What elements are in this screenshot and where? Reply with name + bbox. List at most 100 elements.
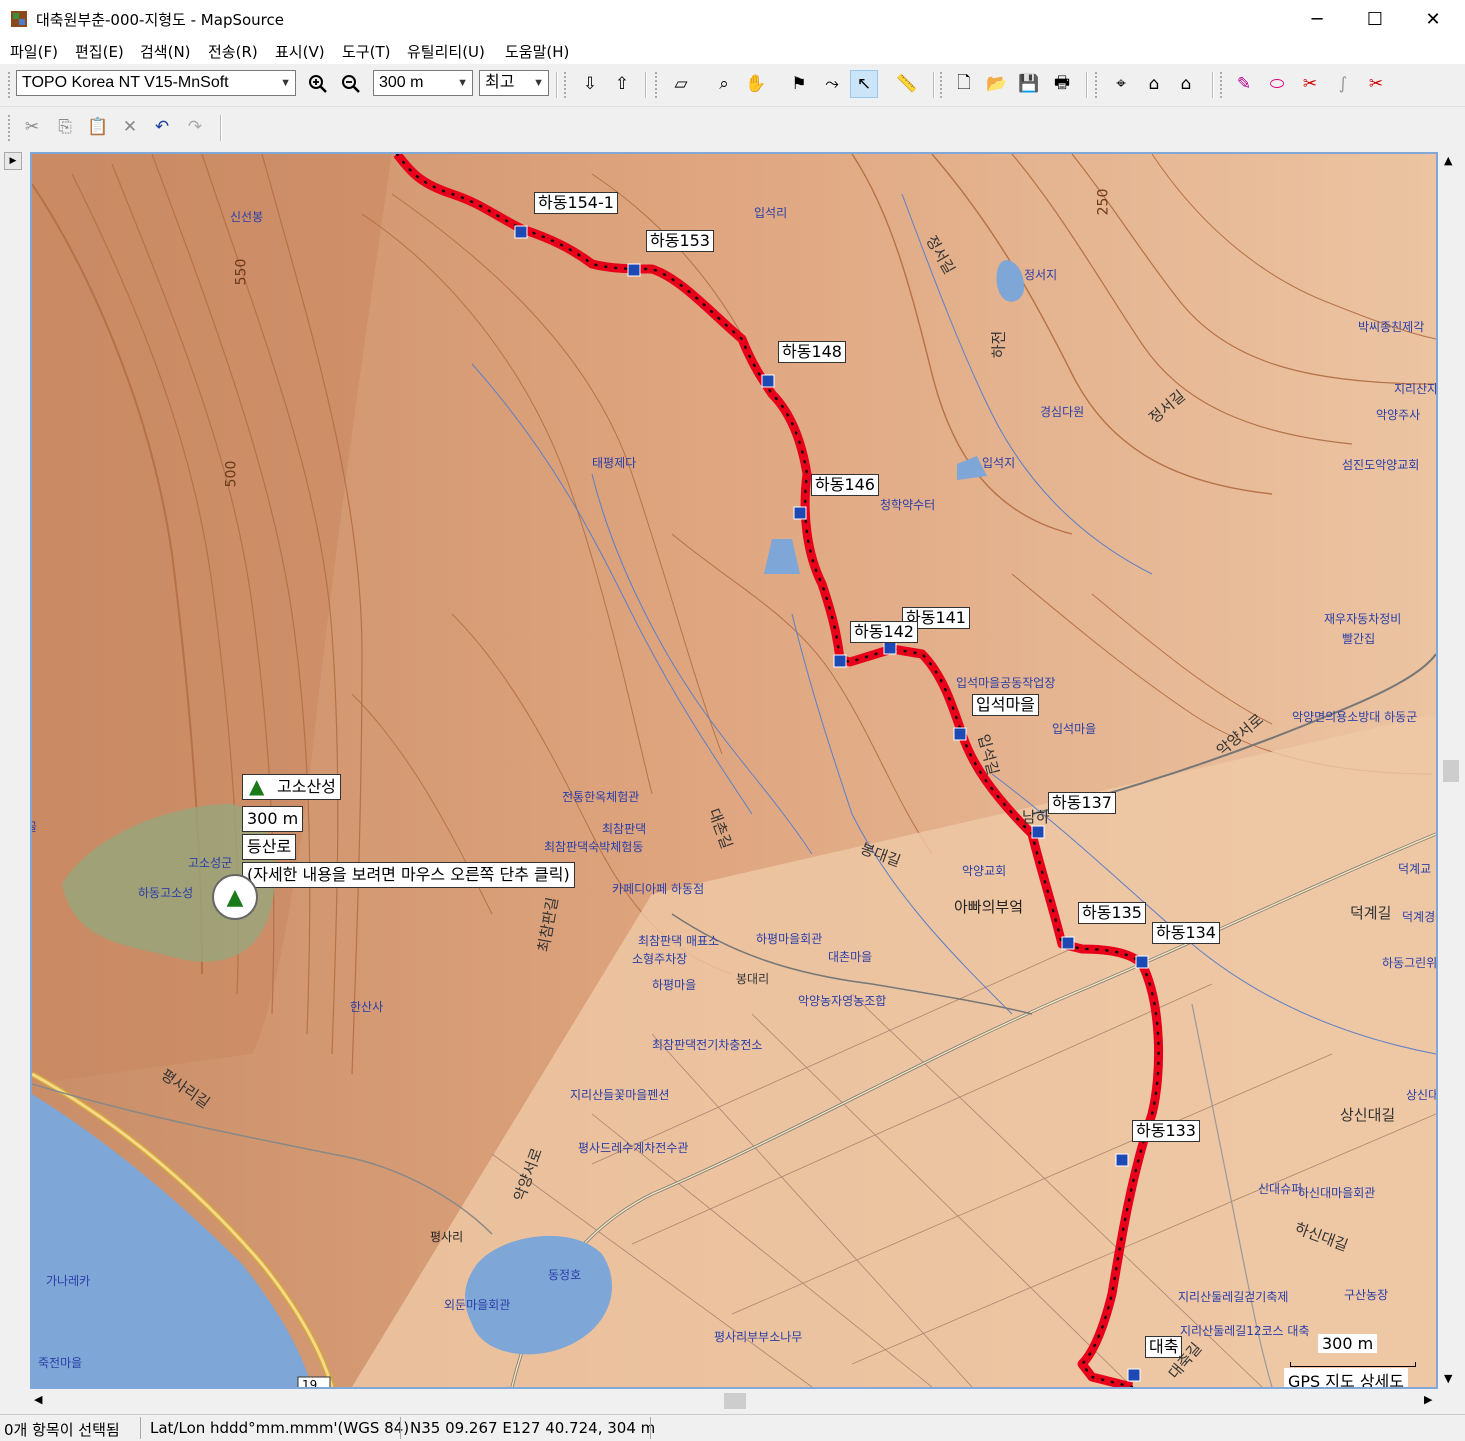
poi-label[interactable]: 최참판댁 <box>602 820 646 837</box>
eraser-icon[interactable]: ⬭ <box>1263 70 1291 98</box>
find-places-icon[interactable]: ⌂ <box>1140 70 1168 98</box>
map-view[interactable]: 550 500 250 하동154-1 하동153 하동148 하동146 하동… <box>30 152 1438 1389</box>
poi-label[interactable]: 악양주사 <box>1376 406 1420 423</box>
print-icon[interactable]: 🖶 <box>1048 70 1076 98</box>
undo-icon[interactable]: ↶ <box>148 113 176 141</box>
poi-label[interactable]: 평사드레수계차전수관 <box>578 1139 688 1156</box>
side-panel-expand-icon[interactable]: ▶ <box>4 152 22 170</box>
find-nearby-icon[interactable]: ⌂ <box>1172 70 1200 98</box>
map-select-tool-icon[interactable]: ▱ <box>667 70 695 98</box>
poi-label[interactable]: 하평마을회관 <box>756 930 822 947</box>
scroll-left-arrow-icon[interactable]: ◀ <box>34 1393 42 1406</box>
track-divide-icon[interactable]: ✂ <box>1296 70 1324 98</box>
poi-label[interactable]: 최참판댁전기차충전소 <box>652 1036 762 1053</box>
save-file-icon[interactable]: 💾 <box>1015 70 1043 98</box>
cut-icon[interactable]: ✂ <box>18 113 46 141</box>
poi-label[interactable]: 입석마을 <box>1052 720 1096 737</box>
menu-utilities[interactable]: 유틸리티(U) <box>407 41 485 62</box>
poi-label[interactable]: 동정호 <box>548 1266 581 1283</box>
waypoint-label[interactable]: 하동133 <box>1132 1120 1200 1142</box>
poi-label[interactable]: 섬진도악양교회 <box>1342 456 1419 473</box>
poi-label[interactable]: 죽전마을 <box>38 1354 82 1371</box>
minimize-button[interactable]: ─ <box>1288 0 1346 38</box>
poi-label[interactable]: 덕계경 <box>1402 908 1435 925</box>
poi-label[interactable]: 입석마을공동작업장 <box>956 674 1055 691</box>
poi-label[interactable]: 하동고소성 <box>138 884 193 901</box>
maximize-button[interactable]: ☐ <box>1346 0 1404 38</box>
waypoint-label[interactable]: 하동137 <box>1048 792 1116 814</box>
scroll-down-arrow-icon[interactable]: ▼ <box>1444 1372 1452 1385</box>
poi-label[interactable]: 지리산들꽃마을펜션 <box>570 1086 669 1103</box>
poi-label[interactable]: 악양면의용소방대 하동군 <box>1292 708 1417 725</box>
menu-search[interactable]: 검색(N) <box>140 41 191 62</box>
poi-label[interactable]: 하신대마을회관 <box>1298 1184 1375 1201</box>
delete-icon[interactable]: ✕ <box>116 113 144 141</box>
vertical-scrollbar[interactable]: ▲ ▼ <box>1440 152 1462 1389</box>
poi-label[interactable]: 골 <box>32 818 37 835</box>
poi-label[interactable]: 하평마을 <box>652 976 696 993</box>
poi-label[interactable]: 덕계교 <box>1398 860 1431 877</box>
poi-label[interactable]: 재우자동차정비 <box>1324 610 1401 627</box>
poi-label[interactable]: 박씨종친제각 <box>1358 318 1424 335</box>
menu-help[interactable]: 도움말(H) <box>505 41 569 62</box>
poi-label[interactable]: 소형주차장 <box>632 950 687 967</box>
detail-level-select[interactable]: 최고 ▼ <box>479 70 549 96</box>
poi-label[interactable]: 경심다원 <box>1040 403 1084 420</box>
poi-label[interactable]: 신선봉 <box>230 208 263 225</box>
send-to-device-icon[interactable]: ⇧ <box>608 70 636 98</box>
poi-label[interactable]: 카페디아페 하동점 <box>612 880 704 897</box>
poi-label[interactable]: 빨간집 <box>1342 630 1375 647</box>
poi-label[interactable]: 최참판댁 매표소 <box>638 932 719 949</box>
menu-edit[interactable]: 편집(E) <box>75 41 124 62</box>
poi-label[interactable]: 악양농자영농조합 <box>798 992 886 1009</box>
distance-ruler-icon[interactable]: 📏 <box>890 70 924 98</box>
poi-label[interactable]: 평사리부부소나무 <box>714 1328 802 1345</box>
track-filter-icon[interactable]: ✂ <box>1362 70 1390 98</box>
zoom-in-icon[interactable] <box>304 70 332 98</box>
receive-from-device-icon[interactable]: ⇩ <box>576 70 604 98</box>
selection-tool-icon[interactable]: ↖ <box>850 70 878 98</box>
poi-label[interactable]: 신대슈퍼 <box>1258 1180 1302 1197</box>
redo-icon[interactable]: ↷ <box>181 113 209 141</box>
poi-label[interactable]: 지리산둘레길12코스 대축 <box>1180 1322 1310 1339</box>
pencil-icon[interactable]: ✎ <box>1230 70 1258 98</box>
poi-label[interactable]: 평사리 <box>430 1228 463 1245</box>
poi-label[interactable]: 가나레카 <box>46 1272 90 1289</box>
poi-label[interactable]: 외둔마을회관 <box>444 1296 510 1313</box>
menu-transfer[interactable]: 전송(R) <box>208 41 258 62</box>
zoom-out-icon[interactable] <box>337 70 365 98</box>
poi-label[interactable]: 한산사 <box>350 998 383 1015</box>
waypoint-tool-icon[interactable]: ⚑ <box>785 70 813 98</box>
toolbar-grip[interactable] <box>8 72 14 98</box>
menu-view[interactable]: 표시(V) <box>275 41 325 62</box>
tree-marker-icon[interactable]: ▲ <box>212 874 258 920</box>
poi-label[interactable]: 정서지 <box>1024 266 1057 283</box>
toolbar-grip[interactable] <box>564 72 570 98</box>
scroll-thumb[interactable] <box>724 1393 746 1409</box>
scroll-thumb[interactable] <box>1443 760 1459 782</box>
waypoint-label[interactable]: 하동154-1 <box>534 192 618 214</box>
waypoint-label[interactable]: 하동153 <box>646 230 714 252</box>
waypoint-label[interactable]: 입석마을 <box>972 694 1039 716</box>
waypoint-label[interactable]: 하동148 <box>778 341 846 363</box>
close-button[interactable]: ✕ <box>1404 0 1462 38</box>
poi-label[interactable]: 입석리 <box>754 204 787 221</box>
find-icon[interactable]: ⌖ <box>1107 70 1135 98</box>
horizontal-scrollbar[interactable]: ◀ ▶ <box>30 1390 1440 1412</box>
toolbar-grip[interactable] <box>655 72 661 98</box>
poi-label[interactable]: 청학약수터 <box>880 496 935 513</box>
poi-label[interactable]: 전통한옥체험관 <box>562 788 639 805</box>
poi-label[interactable]: 지리산둘레길걷기축제 <box>1178 1288 1288 1305</box>
menu-tools[interactable]: 도구(T) <box>342 41 390 62</box>
toolbar-grip[interactable] <box>8 115 14 141</box>
poi-label[interactable]: 봉대리 <box>736 970 769 987</box>
poi-label[interactable]: 상신대마을 <box>1406 1086 1436 1103</box>
poi-label[interactable]: 구산농장 <box>1344 1286 1388 1303</box>
poi-label[interactable]: 악양교회 <box>962 862 1006 879</box>
copy-icon[interactable]: ⎘ <box>51 113 79 141</box>
open-file-icon[interactable]: 📂 <box>983 70 1011 98</box>
track-join-icon[interactable]: ∫ <box>1329 70 1357 98</box>
toolbar-grip[interactable] <box>940 72 946 98</box>
waypoint-label[interactable]: 하동134 <box>1152 922 1220 944</box>
new-file-icon[interactable]: 🗋 <box>950 70 978 98</box>
